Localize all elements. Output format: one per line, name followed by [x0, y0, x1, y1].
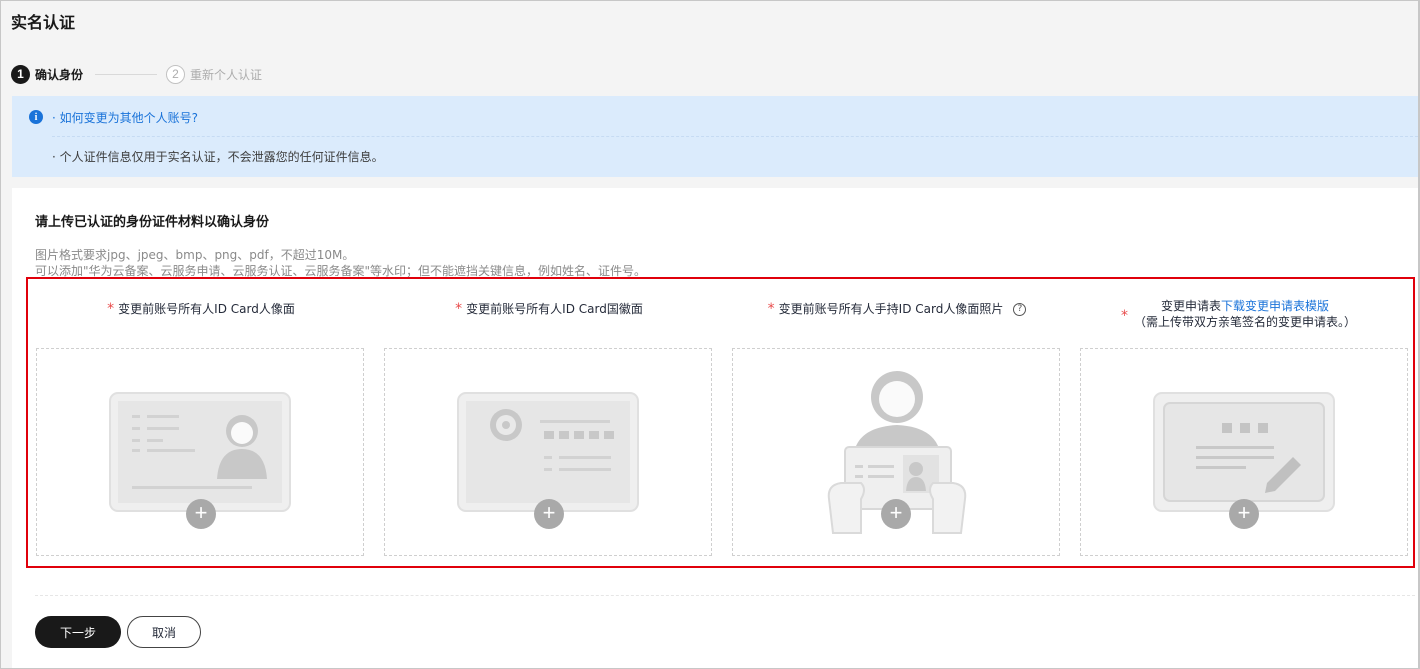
privacy-note: · 个人证件信息仅用于实名认证，不会泄露您的任何证件信息。: [52, 150, 384, 164]
upload-label: 变更申请表下载变更申请表模版: [1160, 299, 1330, 313]
required-mark: *: [455, 301, 463, 317]
add-upload-button[interactable]: +: [186, 499, 216, 529]
upload-dropzone[interactable]: +: [732, 348, 1060, 556]
page-title: 实名认证: [11, 13, 76, 32]
stepper: 1 确认身份 2 重新个人认证: [11, 64, 262, 84]
add-upload-button[interactable]: +: [881, 499, 911, 529]
upload-area: * 变更前账号所有人ID Card人像面 + * 变更前账号所有人ID Card…: [26, 277, 1415, 568]
step-connector: [95, 73, 158, 75]
upload-dropzone[interactable]: +: [36, 348, 364, 556]
step-1-label: 确认身份: [35, 67, 84, 82]
step-1-number: 1: [11, 64, 30, 84]
change-account-link[interactable]: · 如何变更为其他个人账号?: [52, 109, 198, 126]
upload-label: * 变更前账号所有人ID Card人像面: [107, 301, 295, 317]
required-mark: *: [107, 301, 115, 317]
add-upload-button[interactable]: +: [534, 499, 564, 529]
add-upload-button[interactable]: +: [1229, 499, 1259, 529]
format-hint: 图片格式要求jpg、jpeg、bmp、png、pdf，不超过10M。: [35, 248, 355, 262]
section-divider: [35, 595, 1415, 596]
upload-dropzone[interactable]: +: [384, 348, 712, 556]
required-mark: *: [767, 301, 775, 317]
upload-label: * 变更前账号所有人手持ID Card人像面照片?: [732, 302, 1062, 317]
banner-divider: [52, 136, 1418, 137]
upload-label: * 变更前账号所有人ID Card国徽面: [455, 301, 643, 317]
upload-dropzone[interactable]: +: [1080, 348, 1408, 556]
card-title: 请上传已认证的身份证件材料以确认身份: [35, 215, 270, 230]
download-template-link[interactable]: 下载变更申请表模版: [1221, 299, 1329, 313]
step-2-label: 重新个人认证: [190, 67, 263, 82]
cancel-button[interactable]: 取消: [127, 616, 201, 648]
help-icon[interactable]: ?: [1013, 303, 1027, 316]
upload-sublabel: （需上传带双方亲笔签名的变更申请表。）: [1133, 315, 1356, 329]
info-icon: i: [29, 110, 43, 124]
info-banner: i · 如何变更为其他个人账号? · 个人证件信息仅用于实名认证，不会泄露您的任…: [12, 96, 1418, 177]
next-step-button[interactable]: 下一步: [35, 616, 121, 648]
step-2-number: 2: [166, 64, 186, 84]
